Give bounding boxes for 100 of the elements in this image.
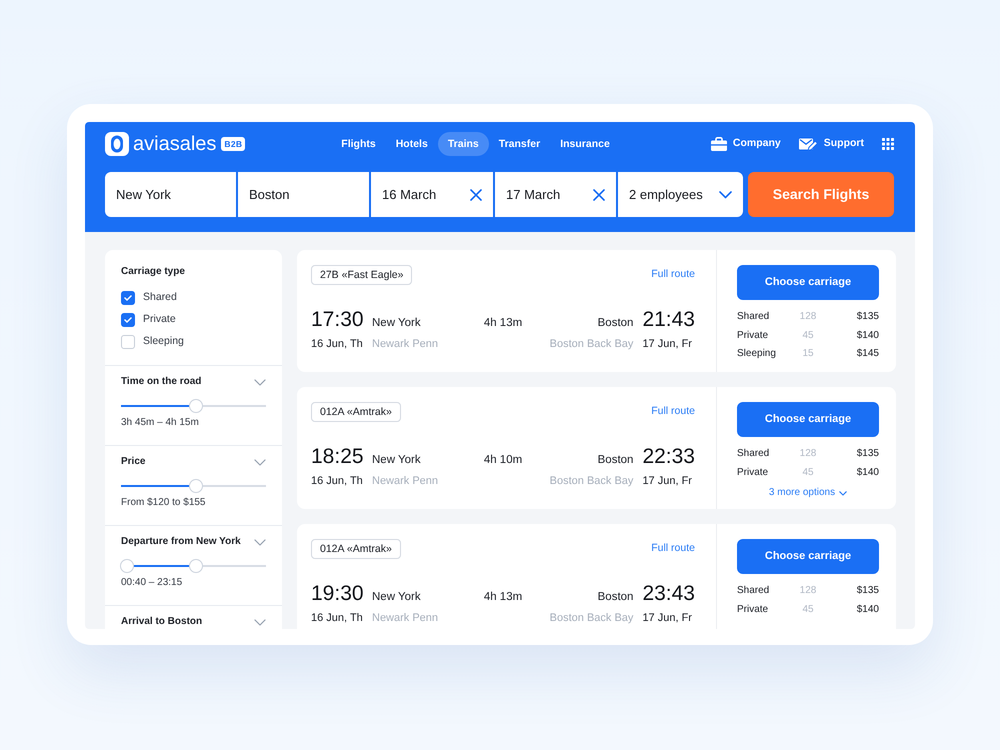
departure-station: Newark Penn [372, 474, 440, 489]
nav-tab[interactable]: Transfer [488, 132, 550, 156]
envelope-pencil-icon [798, 137, 818, 151]
fare-seats: 15 [802, 345, 814, 364]
logo-tag: B2B [221, 137, 246, 151]
fare-class: Shared [737, 310, 770, 324]
fare-seats: 45 [802, 326, 814, 345]
fare-class: Shared [737, 447, 770, 461]
choose-carriage-button[interactable]: Choose carriage [737, 539, 879, 574]
nav-tab[interactable]: Trains [438, 132, 489, 156]
full-route-link[interactable]: Full route [651, 541, 695, 557]
slider-thumb[interactable] [120, 559, 134, 573]
checkbox[interactable] [121, 291, 135, 305]
choose-carriage-button[interactable]: Choose carriage [737, 265, 879, 300]
fare-price: $135 [856, 584, 879, 598]
train-tag: 012A «Amtrak» [311, 402, 401, 422]
departure-date: 16 Jun, Th [311, 611, 364, 626]
nav-tab[interactable]: Flights [331, 132, 386, 156]
full-route-link[interactable]: Full route [651, 267, 695, 283]
filter-title: Price [121, 456, 146, 468]
checkmark-icon [124, 295, 132, 301]
close-icon[interactable] [593, 188, 605, 200]
fare-class: Private [737, 328, 770, 342]
checkbox-label: Sleeping [143, 334, 184, 350]
arrival-city: Boston [596, 453, 634, 468]
checkbox[interactable] [121, 313, 135, 327]
departure-date: 16 Jun, Th [311, 474, 364, 489]
slider-value: 3h 45m – 4h 15m [121, 417, 200, 429]
departure-station: Newark Penn [372, 611, 440, 626]
fare-class: Sleeping [737, 347, 777, 361]
chevron-down-icon[interactable] [254, 458, 266, 466]
date-field[interactable]: 17 March [495, 172, 616, 217]
fare-seats: 45 [802, 464, 814, 482]
close-icon[interactable] [470, 188, 482, 200]
slider-value: 00:40 – 23:15 [121, 577, 184, 589]
fare-class: Private [737, 466, 770, 480]
filter-title: Departure from New York [121, 536, 241, 548]
arrival-time: 22:33 [642, 444, 695, 470]
fare-seats: 128 [800, 308, 816, 326]
arrival-station: Boston Back Bay [550, 337, 634, 352]
date-field[interactable]: 16 March [371, 172, 493, 217]
trip-duration: 4h 13m [484, 590, 522, 605]
fare-price: $140 [856, 602, 879, 616]
fare-class: Shared [737, 584, 770, 598]
filter-title: Arrival to Boston [121, 616, 202, 628]
arrival-date: 17 Jun, Fr [642, 474, 693, 489]
slider-thumb[interactable] [189, 479, 204, 493]
choose-carriage-button[interactable]: Choose carriage [737, 402, 879, 437]
departure-station: Newark Penn [372, 337, 440, 352]
fare-price: $145 [856, 347, 879, 361]
location-field[interactable]: Boston [238, 172, 369, 217]
support-link[interactable]: Support [798, 136, 864, 152]
search-button[interactable]: Search Flights [748, 172, 894, 217]
departure-date: 16 Jun, Th [311, 337, 364, 352]
chevron-down-icon[interactable] [719, 190, 732, 198]
train-tag: 012A «Amtrak» [311, 539, 401, 559]
arrival-city: Boston [596, 316, 634, 331]
briefcase-icon [710, 137, 727, 151]
arrival-date: 17 Jun, Fr [642, 611, 693, 626]
company-link[interactable]: Company [710, 136, 781, 152]
chevron-down-icon[interactable] [254, 618, 266, 626]
departure-time: 18:25 [311, 444, 365, 470]
chevron-down-icon[interactable] [254, 538, 266, 546]
chevron-down-icon [839, 490, 848, 496]
departure-city: New York [372, 453, 422, 468]
checkmark-icon [124, 317, 132, 323]
arrival-city: Boston [596, 590, 634, 605]
location-field[interactable]: New York [105, 172, 236, 217]
select-field[interactable]: 2 employees [618, 172, 743, 217]
slider-value: From $120 to $155 [121, 497, 206, 509]
chevron-down-icon[interactable] [254, 378, 266, 386]
fare-seats: 128 [800, 445, 816, 464]
slider-thumb[interactable] [189, 399, 204, 413]
more-options-link[interactable]: 3 more options [768, 486, 848, 500]
fare-price: $140 [856, 328, 879, 342]
nav-tab[interactable]: Insurance [550, 132, 620, 156]
arrival-station: Boston Back Bay [550, 611, 634, 626]
arrival-station: Boston Back Bay [550, 474, 634, 489]
filter-title: Time on the road [121, 376, 202, 388]
slider-thumb[interactable] [189, 559, 204, 573]
fare-price: $140 [856, 466, 879, 480]
arrival-time: 23:43 [642, 581, 695, 607]
trip-duration: 4h 10m [484, 453, 522, 468]
full-route-link[interactable]: Full route [651, 404, 695, 420]
arrival-date: 17 Jun, Fr [642, 337, 693, 352]
train-tag: 27B «Fast Eagle» [311, 265, 412, 285]
logo-text: aviasales [133, 132, 216, 156]
nav-tab[interactable]: Hotels [386, 132, 438, 156]
fare-seats: 45 [802, 600, 814, 619]
logo-icon [105, 132, 129, 156]
fare-price: $135 [856, 310, 879, 324]
trip-duration: 4h 13m [484, 316, 522, 331]
arrival-time: 21:43 [642, 307, 695, 333]
fare-seats: 128 [800, 582, 816, 600]
fare-class: Private [737, 602, 770, 616]
checkbox-label: Shared [143, 290, 177, 306]
departure-city: New York [372, 590, 422, 605]
departure-time: 19:30 [311, 581, 365, 607]
grid-menu-icon[interactable] [882, 138, 894, 150]
checkbox-label: Private [143, 312, 176, 328]
